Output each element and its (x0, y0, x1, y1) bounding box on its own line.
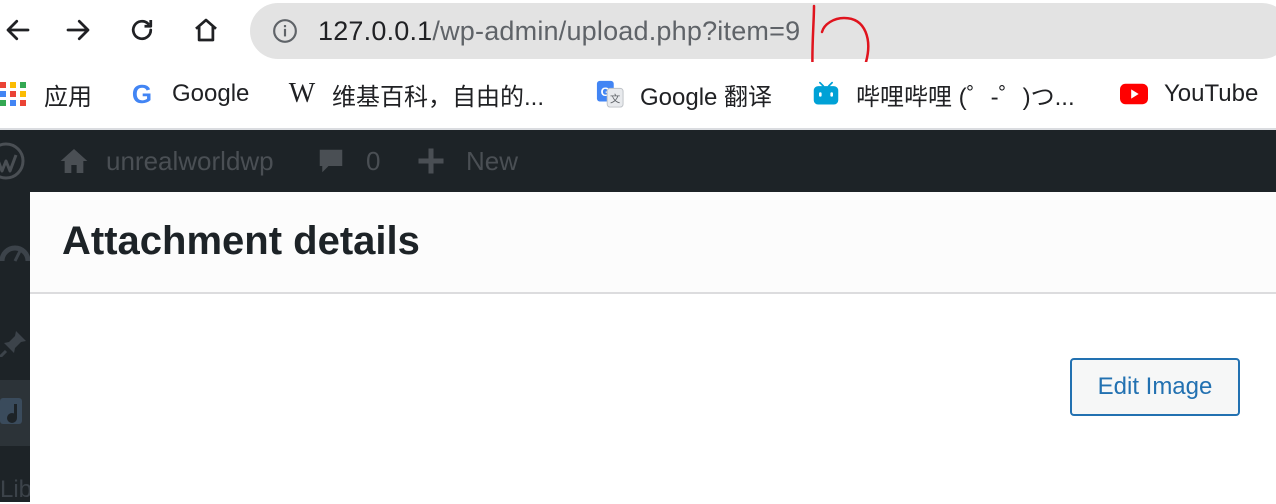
back-button[interactable] (0, 12, 36, 48)
bookmark-label: YouTube (1164, 80, 1259, 107)
google-icon: G (131, 78, 153, 109)
wp-admin-bar: unrealworldwp 0 New (0, 130, 1276, 192)
media-icon (0, 398, 22, 424)
new-content-item[interactable]: New (416, 130, 518, 192)
forward-button[interactable] (60, 12, 96, 48)
bookmark-youtube[interactable]: YouTube (1120, 76, 1258, 112)
youtube-icon (1120, 80, 1148, 108)
modal-header: Attachment details (30, 192, 1276, 294)
menu-item-dashboard[interactable] (0, 234, 30, 274)
reload-icon (131, 19, 153, 41)
back-icon (6, 19, 30, 41)
comments-item[interactable]: 0 (316, 130, 380, 192)
menu-item-posts[interactable] (0, 322, 30, 362)
apps-grid-icon (0, 80, 28, 108)
menu-item-media-active[interactable] (0, 380, 30, 446)
url-path: /wp-admin/upload.php?item=9 (432, 16, 801, 46)
url-host: 127.0.0.1 (318, 16, 433, 46)
bookmark-label: 应用 (44, 83, 92, 111)
home-icon (195, 18, 217, 42)
google-translate-icon: G 文 (596, 80, 624, 108)
bookmark-label: Google (172, 80, 250, 107)
home-button[interactable] (188, 12, 224, 48)
plus-icon (418, 148, 444, 174)
edit-image-button[interactable]: Edit Image (1070, 358, 1240, 416)
admin-side-menu: Lib (0, 192, 32, 504)
url-text[interactable]: 127.0.0.1/wp-admin/upload.php?item=9 (318, 16, 800, 47)
bookmark-bilibili[interactable]: 哔哩哔哩 (゜-゜)つ... (812, 76, 1075, 112)
dashboard-icon (0, 245, 30, 262)
bookmark-wikipedia[interactable]: W 维基百科，自由的... (288, 76, 544, 112)
info-icon[interactable] (272, 18, 298, 44)
new-label: New (466, 145, 519, 176)
wordpress-logo-icon (0, 142, 25, 180)
svg-text:文: 文 (610, 92, 620, 105)
home-icon (60, 149, 88, 173)
bookmark-label: Google 翻译 (640, 83, 773, 111)
comment-icon (319, 149, 343, 173)
site-name-item[interactable]: unrealworldwp (58, 130, 274, 192)
bookmark-google[interactable]: G Google (128, 76, 250, 112)
site-name: unrealworldwp (106, 145, 274, 176)
bookmarks-bar: 应用 G Google W 维基百科，自由的... G 文 Google 翻译 (0, 62, 1276, 130)
modal-title: Attachment details (62, 219, 420, 263)
wp-logo-item[interactable] (0, 130, 26, 192)
menu-item-library-label[interactable]: Lib (0, 476, 32, 504)
browser-toolbar: 127.0.0.1/wp-admin/upload.php?item=9 (0, 0, 1276, 85)
attachment-details-modal: Attachment details Edit Image (30, 192, 1276, 502)
address-bar[interactable]: 127.0.0.1/wp-admin/upload.php?item=9 (250, 3, 1276, 59)
bookmark-apps[interactable]: 应用 (0, 76, 92, 112)
comments-count: 0 (366, 145, 381, 176)
bookmark-label: 维基百科，自由的... (332, 83, 545, 111)
bookmark-label: 哔哩哔哩 (゜-゜)つ... (856, 83, 1075, 111)
forward-icon (66, 19, 90, 41)
reload-button[interactable] (124, 12, 160, 48)
bookmark-google-translate[interactable]: G 文 Google 翻译 (596, 76, 772, 112)
pin-icon (0, 331, 26, 357)
wikipedia-icon: W (288, 78, 316, 109)
bilibili-icon (812, 80, 840, 108)
